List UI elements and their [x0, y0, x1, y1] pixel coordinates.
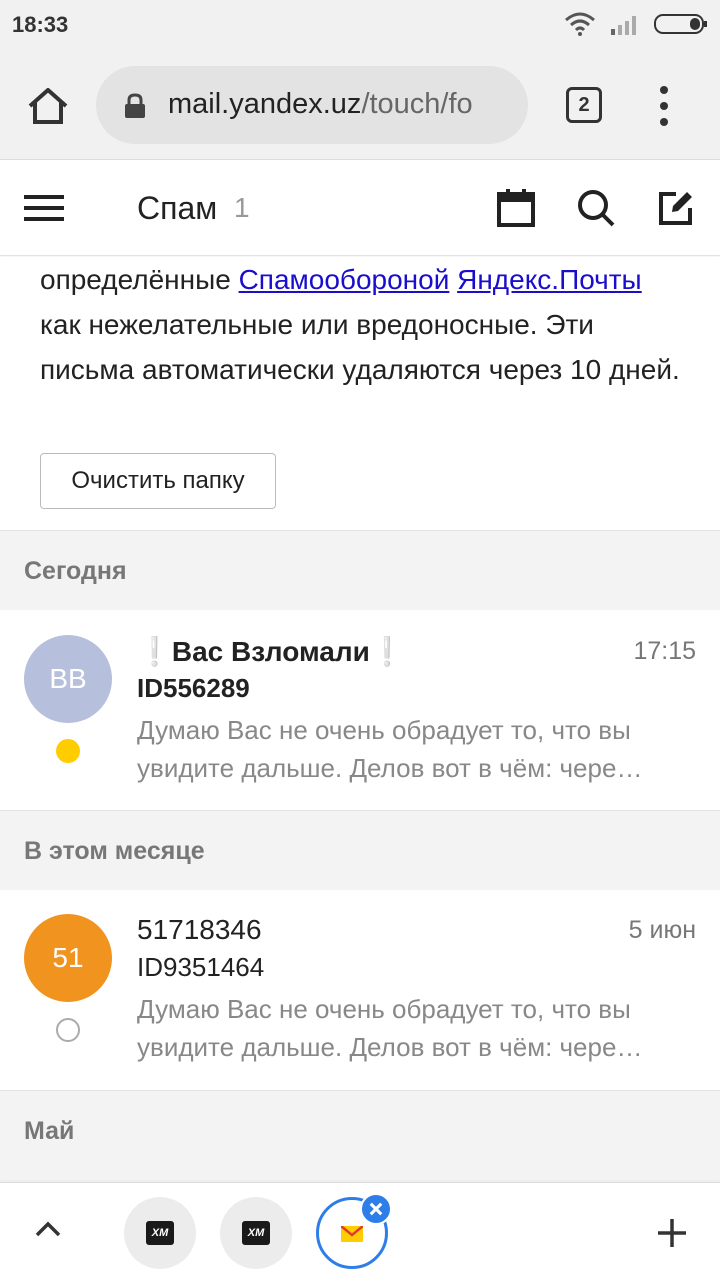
- status-time: 18:33: [12, 12, 69, 37]
- battery-icon: [654, 14, 707, 34]
- close-tab-icon[interactable]: [360, 1193, 392, 1225]
- calendar-icon[interactable]: [496, 188, 536, 228]
- message-sender: ❕Вас Взломали❕: [137, 635, 405, 668]
- url-path: /touch/fo: [361, 88, 473, 120]
- exclamation-icon: ❕: [137, 636, 172, 667]
- message-snippet: Думаю Вас не очень обрадует то, что вы у…: [137, 994, 643, 1062]
- info-text-1: определённые: [40, 264, 239, 295]
- section-label: Сегодня: [24, 557, 127, 585]
- xm-logo-icon: XM: [242, 1221, 270, 1245]
- lock-icon: [125, 93, 145, 118]
- clear-folder-button[interactable]: Очистить папку: [40, 453, 276, 509]
- read-indicator[interactable]: [56, 1018, 80, 1042]
- section-header-may: Май: [0, 1090, 720, 1182]
- sender-name: Вас Взломали: [171, 636, 370, 667]
- message-time: 17:15: [633, 637, 696, 665]
- message-subject: ID9351464: [137, 952, 265, 982]
- tab-switcher-button[interactable]: 2: [566, 87, 602, 123]
- browser-tab-bar: XM XM: [0, 1182, 720, 1280]
- app-header: Спам 1: [0, 160, 720, 256]
- message-sender: 51718346: [137, 914, 262, 945]
- hamburger-menu-icon[interactable]: [24, 192, 64, 224]
- new-tab-icon[interactable]: [656, 1217, 688, 1249]
- status-icons: [564, 12, 708, 36]
- unread-indicator[interactable]: [56, 739, 80, 763]
- spam-info-text: определённые Спамообороной Яндекс.Почты …: [40, 257, 690, 392]
- signal-icon: [611, 16, 636, 35]
- message-item[interactable]: ВВ ❕Вас Взломали❕ 17:15 ID556289 Думаю В…: [0, 611, 720, 811]
- section-header-this-month: В этом месяце: [0, 810, 720, 890]
- exclamation-icon: ❕: [369, 636, 405, 667]
- browser-toolbar: mail.yandex.uz/touch/fo 2: [0, 50, 720, 160]
- section-label: В этом месяце: [24, 837, 205, 865]
- message-subject: ID556289: [137, 673, 250, 703]
- spam-defense-link[interactable]: Спамообороной: [239, 264, 450, 295]
- info-text-2: как нежелательные или вредоносные. Эти п…: [40, 309, 680, 385]
- wifi-icon: [565, 12, 595, 36]
- section-label: Май: [24, 1117, 75, 1145]
- avatar: 51: [24, 914, 112, 1002]
- xm-logo-icon: XM: [146, 1221, 174, 1245]
- message-snippet: Думаю Вас не очень обрадует то, что вы у…: [137, 715, 643, 783]
- message-time: 5 июн: [628, 916, 696, 944]
- address-bar[interactable]: mail.yandex.uz/touch/fo: [96, 66, 528, 144]
- compose-icon[interactable]: [656, 188, 696, 228]
- folder-title: Спам: [137, 190, 218, 226]
- yandex-mail-icon: [341, 1226, 363, 1242]
- section-header-today: Сегодня: [0, 530, 720, 610]
- more-menu-icon[interactable]: [650, 84, 678, 128]
- tab-thumbnail-xm[interactable]: XM: [124, 1197, 196, 1269]
- avatar: ВВ: [24, 635, 112, 723]
- message-item[interactable]: 51 51718346 5 июн ID9351464 Думаю Вас не…: [0, 890, 720, 1090]
- status-bar: 18:33: [0, 0, 720, 50]
- folder-count: 1: [234, 192, 250, 223]
- chevron-up-icon[interactable]: [34, 1219, 62, 1239]
- url-host: mail.yandex.uz: [168, 88, 362, 120]
- tab-thumbnail-xm[interactable]: XM: [220, 1197, 292, 1269]
- url-text: mail.yandex.uz/touch/fo: [168, 88, 513, 121]
- home-icon[interactable]: [24, 82, 72, 130]
- yandex-mail-link[interactable]: Яндекс.Почты: [457, 264, 642, 295]
- search-icon[interactable]: [576, 188, 616, 228]
- spam-info-block: определённые Спамообороной Яндекс.Почты …: [0, 257, 720, 529]
